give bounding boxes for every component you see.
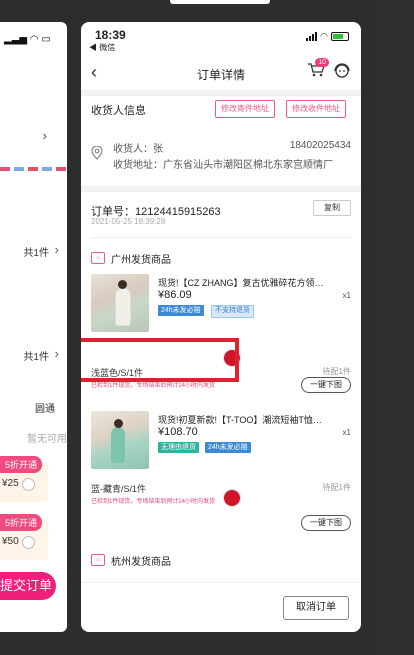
- promo-tag-1: 5折开通: [0, 456, 43, 473]
- status-bar: 18:39 ◀ 微信 ◠: [81, 22, 361, 54]
- left-phone-screen: ▂▃▅ ◠ ▭ › 共1件 › 共1件 › 圆通 暂无可用 5折开通 ¥25 5…: [0, 22, 67, 632]
- chevron-right-icon[interactable]: ›: [43, 128, 47, 143]
- radio-1[interactable]: [22, 478, 35, 491]
- model-head: [114, 419, 123, 428]
- product-title-1[interactable]: 现货!【CZ ZHANG】复古优雅碎花方领…: [158, 276, 338, 289]
- one-click-download-button-2[interactable]: 一键下图: [301, 515, 351, 531]
- edit-sender-address-button[interactable]: 修改寄件地址: [215, 100, 275, 118]
- order-time: 2021-05-25 18:39:28: [91, 217, 166, 226]
- cart-badge: 10: [315, 58, 329, 67]
- tag-24h: 24h未发必赔: [158, 305, 204, 316]
- tag-24h: 24h未发必赔: [205, 442, 251, 453]
- one-click-download-button-1[interactable]: 一键下图: [301, 377, 351, 393]
- submit-order-button[interactable]: 提交订单: [0, 572, 56, 600]
- warehouse-label-hangzhou: 杭州发货商品: [111, 557, 171, 568]
- pending-count-1: 待配1件: [322, 367, 351, 376]
- radio-2[interactable]: [22, 536, 35, 549]
- status-icons: ◠: [306, 31, 349, 42]
- edit-receiver-address-button[interactable]: 修改收件地址: [286, 100, 346, 118]
- customer-service-icon[interactable]: [333, 62, 351, 85]
- product-image-1[interactable]: [91, 274, 149, 332]
- divider: [81, 186, 361, 192]
- receiver-address: 收货地址：广东省汕头市潮阳区棉北东家宫顺情厂: [113, 160, 333, 171]
- model-figure: [115, 288, 131, 326]
- product-price-1: ¥86.09: [158, 289, 192, 301]
- tag-free-return: 无理由退货: [158, 442, 199, 453]
- chevron-right-icon[interactable]: ›: [55, 346, 59, 361]
- warehouse-icon: ⌂: [91, 252, 105, 264]
- click-marker-dot: [224, 490, 240, 506]
- chevron-right-icon[interactable]: ›: [55, 242, 59, 257]
- signal-icon: [306, 32, 318, 41]
- receiver-section-title: 收货人信息: [91, 105, 146, 117]
- left-status-icons: ▂▃▅ ◠ ▭: [4, 34, 51, 45]
- product-qty-1: x1: [342, 291, 351, 300]
- wifi-icon: ◠: [320, 31, 328, 41]
- status-time: 18:39: [95, 28, 126, 42]
- promo-price-1: ¥25: [2, 478, 19, 489]
- warehouse-icon: ⌂: [91, 554, 105, 566]
- location-pin-icon: [91, 145, 103, 163]
- address-stripe: [0, 167, 67, 171]
- product-image-2[interactable]: [91, 411, 149, 469]
- highlight-box: [81, 338, 239, 382]
- left-count-1[interactable]: 共1件: [23, 244, 49, 259]
- product-price-2: ¥108.70: [158, 426, 198, 438]
- product-title-2[interactable]: 现货!初夏新款!【T-TOO】潮流短袖T恤…: [158, 413, 338, 426]
- battery-icon: [331, 32, 349, 41]
- right-edge-panel: [376, 0, 414, 655]
- left-count-2[interactable]: 共1件: [23, 348, 49, 363]
- tag-no-return: 不支持退货: [211, 305, 254, 318]
- nav-bar: ‹ 订单详情 10: [81, 58, 361, 90]
- copy-button[interactable]: 复制: [313, 200, 351, 216]
- divider: [91, 237, 351, 238]
- receiver-phone: 18402025434: [289, 140, 351, 151]
- divider: [81, 90, 361, 96]
- receiver-name: 收货人：张: [113, 144, 163, 155]
- top-edge-bar: [170, 0, 270, 4]
- model-figure: [111, 427, 125, 463]
- stock-hint-2: 已检到1件现货，专场结束后预计24小时内发货: [91, 499, 216, 505]
- product-spec-2: 蓝-藏青/S/1件: [91, 484, 147, 494]
- coupon-unavailable: 暂无可用: [27, 434, 67, 445]
- model-head: [118, 280, 127, 289]
- order-detail-screen: 18:39 ◀ 微信 ◠ ‹ 订单详情 10 收货人信息 修改寄件地址 修改收件…: [81, 22, 361, 632]
- shipping-method[interactable]: 圆通: [35, 400, 55, 415]
- warehouse-label-guangzhou: 广州发货商品: [111, 255, 171, 266]
- product-qty-2: x1: [342, 428, 351, 437]
- pending-count-2: 待配1件: [322, 483, 351, 492]
- cancel-order-button[interactable]: 取消订单: [283, 596, 349, 620]
- promo-tag-2: 5折开通: [0, 514, 43, 531]
- promo-price-2: ¥50: [2, 536, 19, 547]
- back-to-wechat[interactable]: ◀ 微信: [89, 42, 115, 53]
- divider: [81, 582, 361, 583]
